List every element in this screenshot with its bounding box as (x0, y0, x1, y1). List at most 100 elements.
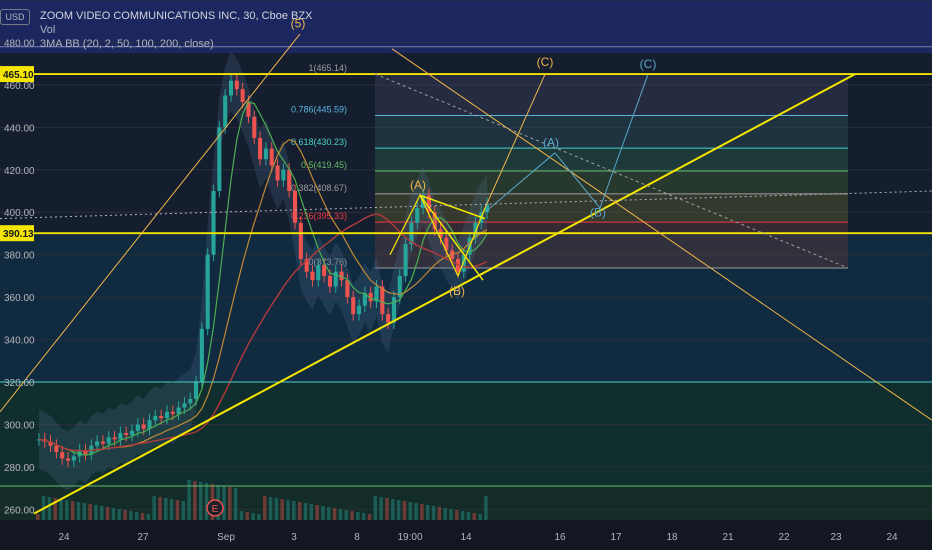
volume-bar (321, 506, 325, 520)
volume-bar (431, 506, 436, 520)
candle-body (310, 271, 315, 281)
x-tick-label: 22 (778, 532, 790, 543)
volume-bar (100, 506, 104, 520)
candle-body (100, 441, 105, 444)
volume-bar (420, 504, 424, 520)
volume-bar (303, 503, 308, 520)
y-tick-label: 360.00 (4, 293, 35, 304)
volume-bar (437, 507, 442, 520)
volume-bar (425, 505, 430, 520)
volume-bar (123, 510, 127, 520)
volume-bar (76, 502, 81, 520)
candle-body (170, 411, 175, 414)
x-tick-label: Sep (217, 532, 235, 543)
candle-body (258, 137, 263, 160)
candle-body (54, 445, 59, 453)
candle-body (135, 424, 140, 431)
candle-body (141, 424, 146, 429)
candle-body (322, 265, 327, 276)
price-badge-label: 390.13 (3, 229, 34, 240)
volume-bar (70, 501, 75, 520)
volume-bar (146, 514, 151, 520)
y-tick-label: 480.00 (4, 38, 35, 49)
candle-body (71, 456, 76, 461)
fib-zone (375, 193, 848, 223)
y-tick-label: 380.00 (4, 251, 35, 262)
volume-bar (484, 496, 488, 520)
x-tick-label: 3 (291, 532, 297, 543)
y-tick-label: 440.00 (4, 123, 35, 134)
volume-bar (350, 511, 354, 520)
candle-body (287, 169, 292, 192)
volume-bar (169, 499, 174, 520)
x-tick-label: 23 (830, 532, 842, 543)
price-chart[interactable]: 1(465.14) 0.786(445.59) 0.618(430.23) 0.5(4… (0, 0, 932, 550)
x-axis[interactable]: 24 27 Sep 3 8 19:00 14 16 17 18 21 22 23 24 (0, 525, 932, 550)
wave-label: (A) (543, 135, 559, 149)
volume-bar (309, 504, 314, 520)
volume-bar (204, 483, 209, 520)
candle-body (292, 191, 298, 223)
legend-indicator[interactable]: 3MA BB (20, 2, 50, 100, 200, close) (40, 37, 312, 51)
candle-body (333, 271, 338, 287)
volume-bar (460, 511, 465, 520)
candle-body (188, 399, 193, 404)
candle-body (403, 244, 408, 276)
volume-bar (443, 508, 447, 520)
wave-label: (B) (449, 284, 465, 298)
volume-bar (297, 502, 302, 520)
wave-label: (A) (410, 178, 426, 192)
wave-label: (B) (590, 205, 606, 219)
event-label: E (212, 504, 219, 515)
volume-bar (455, 510, 459, 520)
y-tick-label: 460.00 (4, 81, 35, 92)
volume-bar (478, 514, 482, 520)
volume-bar (292, 501, 296, 520)
volume-bar (111, 508, 116, 520)
y-tick-label: 340.00 (4, 336, 35, 347)
legend-volume[interactable]: Vol (40, 23, 312, 37)
volume-bar (344, 510, 348, 520)
volume-bar (164, 498, 168, 520)
volume-bar (88, 504, 92, 520)
candle-body (380, 286, 385, 315)
volume-bar (356, 512, 360, 520)
volume-bar (315, 505, 319, 520)
earnings-event-marker[interactable]: E (206, 499, 224, 517)
volume-bar (361, 513, 366, 520)
x-tick-label: 18 (666, 532, 678, 543)
candle-body (199, 328, 204, 383)
price-badge-label: 465.10 (3, 70, 34, 81)
candle-body (386, 314, 391, 323)
x-tick-label: 24 (58, 532, 70, 543)
y-tick-label: 420.00 (4, 166, 35, 177)
volume-bar (222, 486, 226, 520)
volume-bar (449, 509, 453, 520)
candle-body (153, 416, 158, 421)
zone-bottom (0, 486, 932, 520)
x-tick-label: 27 (137, 532, 149, 543)
volume-bar (286, 500, 290, 520)
currency-badge[interactable]: USD (0, 9, 30, 25)
candle-body (124, 432, 129, 436)
legend-symbol[interactable]: ZOOM VIDEO COMMUNICATIONS INC, 30, Cboe … (40, 9, 312, 23)
volume-bar (402, 501, 407, 520)
fib-label: 0.786(445.59) (291, 104, 347, 114)
candle-body (182, 403, 187, 408)
fib-label: 0.5(419.45) (301, 160, 347, 170)
x-tick-label: 21 (722, 532, 734, 543)
candle-body (316, 265, 321, 281)
candle-body (327, 275, 332, 287)
x-tick-label: 17 (610, 532, 622, 543)
y-tick-label: 260.00 (4, 505, 35, 516)
candle-body (298, 222, 303, 259)
x-tick-label: 16 (554, 532, 566, 543)
volume-bar (379, 497, 383, 520)
candle-body (194, 382, 199, 400)
candle-body (65, 458, 71, 461)
candle-body (112, 437, 117, 440)
x-tick-label: 8 (354, 532, 360, 543)
volume-bar (117, 509, 121, 520)
candle-body (211, 191, 216, 255)
volume-bar (332, 508, 337, 520)
